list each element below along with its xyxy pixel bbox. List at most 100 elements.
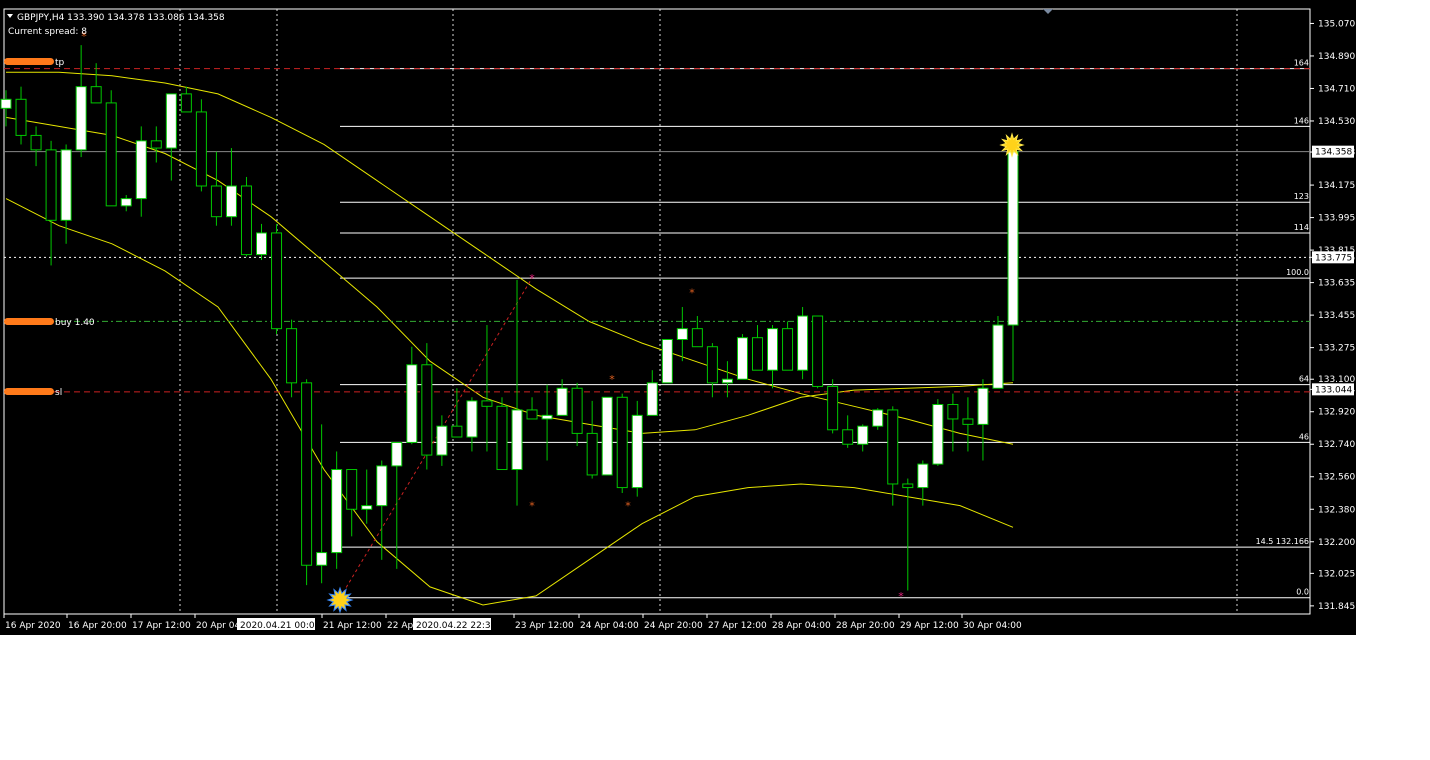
candle-bear (286, 328, 298, 384)
crosshair-time-label-2: 2020.04.22 22:30 (416, 621, 497, 631)
candle-bull (992, 324, 1004, 389)
candle-bull (60, 149, 72, 221)
price-tick-label: 135.070 (1318, 19, 1355, 29)
candle-bull (631, 414, 643, 489)
candle-bear (782, 328, 794, 371)
asterisk-marker-icon: * (625, 500, 631, 513)
candle-bull (646, 382, 658, 416)
price-tick-label: 134.710 (1318, 84, 1355, 94)
price-tick-label: 132.920 (1318, 408, 1355, 418)
candle-bull (541, 414, 553, 420)
time-tick-label: 21 Apr 12:00 (323, 621, 382, 631)
candle-bull (917, 463, 929, 489)
current-price-label: 134.358 (1315, 148, 1352, 158)
candle-bull (436, 425, 448, 456)
candle-bull (721, 378, 733, 384)
candle-bear (887, 409, 899, 485)
candle-bull (165, 93, 177, 149)
time-tick-label: 27 Apr 12:00 (708, 621, 767, 631)
buy-handle[interactable] (4, 318, 54, 325)
candle-bear (571, 387, 583, 434)
fib-level-label: 164 (1294, 59, 1309, 68)
time-tick-label: 30 Apr 04:00 (963, 621, 1022, 631)
candle-bull (932, 404, 944, 465)
chart-window[interactable]: 164 146 123 114 100.0 64 46 14.5 132.166 0.0 * * *… (0, 0, 1356, 635)
line-price-label: 133.775 (1315, 253, 1352, 263)
candle-bear (105, 102, 117, 207)
price-tick-label: 132.740 (1318, 440, 1355, 450)
tp-handle[interactable] (4, 58, 54, 65)
time-tick-label: 17 Apr 12:00 (132, 621, 191, 631)
candle-bull (661, 338, 673, 384)
candle-bull (331, 469, 343, 554)
price-tick-label: 132.025 (1318, 569, 1355, 579)
time-tick-label: 28 Apr 20:00 (836, 621, 895, 631)
asterisk-marker-icon: * (609, 373, 615, 386)
candle-bull (256, 232, 268, 256)
candle-bull (391, 441, 403, 467)
asterisk-marker-icon: * (529, 272, 535, 285)
candle-bear (812, 315, 824, 387)
candle-bull (316, 552, 328, 566)
price-tick-label: 133.995 (1318, 214, 1355, 224)
time-tick-label: 23 Apr 12:00 (515, 621, 574, 631)
price-tick-label: 133.275 (1318, 344, 1355, 354)
candle-bear (691, 328, 703, 348)
candle-bull (1007, 151, 1019, 326)
candle-bull (225, 185, 237, 218)
fib-level-label: 64 (1299, 375, 1309, 384)
fib-level-label: 146 (1294, 116, 1309, 125)
candle-bull (376, 465, 388, 507)
candle-bull (135, 140, 147, 200)
asterisk-marker-icon: * (689, 287, 695, 300)
candle-bear (421, 364, 433, 456)
candle-bear (751, 337, 763, 371)
candle-bull (857, 425, 869, 445)
candle-bull (0, 98, 12, 109)
price-tick-label: 134.175 (1318, 181, 1355, 191)
spread-label: Current spread: 8 (8, 27, 87, 37)
candlestick-chart[interactable]: 164 146 123 114 100.0 64 46 14.5 132.166 0.0 * * *… (0, 0, 1356, 635)
fib-level-label: 14.5 132.166 (1256, 537, 1309, 546)
time-tick-label: 29 Apr 12:00 (900, 621, 959, 631)
fib-level-label: 123 (1294, 192, 1309, 201)
candle-bull (75, 86, 87, 151)
time-tick-label: 24 Apr 04:00 (580, 621, 639, 631)
candle-bull (872, 409, 884, 427)
candle-bull (466, 400, 478, 438)
time-tick-label: 28 Apr 04:00 (772, 621, 831, 631)
candle-bull (676, 328, 688, 340)
sl-handle[interactable] (4, 388, 54, 395)
buy-label: buy 1.40 (55, 318, 95, 328)
candle-bear (902, 483, 914, 489)
candle-bear (150, 140, 162, 149)
candle-bear (346, 469, 358, 510)
time-tick-label: 22 Apr (387, 621, 417, 631)
candle-bear (706, 346, 718, 384)
price-tick-label: 132.200 (1318, 538, 1355, 548)
candle-bear (947, 404, 959, 420)
candle-bull (361, 505, 373, 510)
asterisk-marker-icon: * (529, 500, 535, 513)
candle-bull (736, 337, 748, 380)
candle-bear (616, 396, 628, 489)
candle-bull (977, 387, 989, 425)
candle-bear (210, 185, 222, 218)
tp-label: tp (55, 58, 65, 68)
price-tick-label: 132.560 (1318, 473, 1355, 483)
candle-bear (180, 93, 192, 113)
candle-bear (481, 400, 493, 407)
candle-bull (556, 387, 568, 416)
candle-bear (301, 382, 313, 566)
candle-bear (842, 429, 854, 445)
candle-bull (767, 328, 779, 371)
price-tick-label: 134.890 (1318, 52, 1355, 62)
candle-bear (195, 111, 207, 187)
time-tick-label: 24 Apr 20:00 (644, 621, 703, 631)
fib-level-label: 0.0 (1296, 588, 1309, 597)
candle-bear (30, 134, 42, 151)
candle-bull (406, 364, 418, 443)
price-tick-label: 131.845 (1318, 602, 1355, 612)
time-tick-label: 16 Apr 2020 (5, 621, 61, 631)
candle-bear (962, 418, 974, 425)
